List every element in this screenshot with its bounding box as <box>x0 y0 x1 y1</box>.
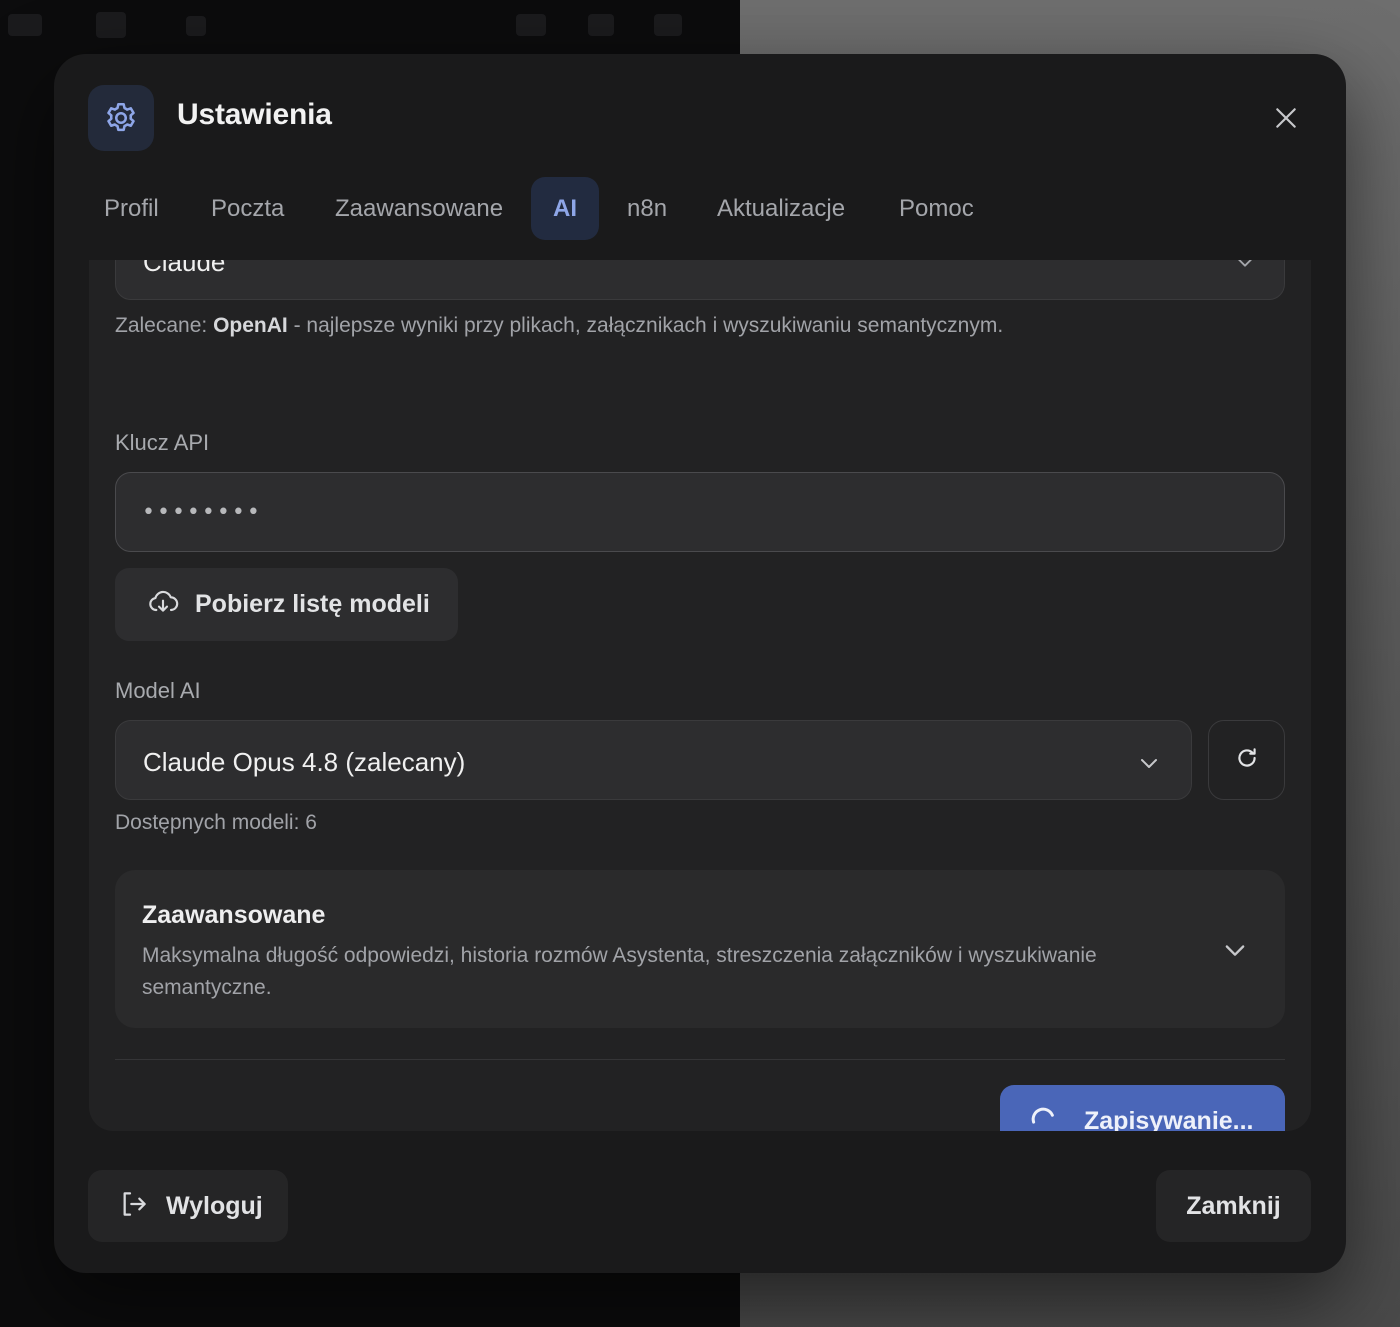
logout-button[interactable]: Wyloguj <box>88 1170 288 1242</box>
cloud-download-icon <box>147 586 179 623</box>
fetch-models-button[interactable]: Pobierz listę modeli <box>115 568 458 641</box>
tab-ai[interactable]: AI <box>531 177 599 240</box>
backdrop-element <box>96 12 126 38</box>
api-key-label: Klucz API <box>115 430 210 455</box>
settings-modal: Ustawienia Profil Poczta Zaawansowane AI… <box>54 54 1346 1273</box>
backdrop-element <box>654 14 682 36</box>
hint-recommended: OpenAI <box>213 314 288 337</box>
tab-poczta[interactable]: Poczta <box>193 177 302 240</box>
tab-pomoc[interactable]: Pomoc <box>881 177 992 240</box>
chevron-down-icon <box>1221 936 1249 969</box>
close-button[interactable]: Zamknij <box>1156 1170 1311 1242</box>
hint-prefix: Zalecane: <box>115 314 214 337</box>
chevron-down-icon <box>1234 260 1256 278</box>
tab-n8n[interactable]: n8n <box>609 177 685 240</box>
provider-select[interactable]: Claude <box>115 260 1285 300</box>
tab-zaawansowane[interactable]: Zaawansowane <box>317 177 521 240</box>
refresh-models-button[interactable] <box>1208 720 1285 800</box>
backdrop-element <box>516 14 546 36</box>
close-label: Zamknij <box>1186 1191 1281 1220</box>
models-count: Dostępnych modeli: 6 <box>115 811 317 834</box>
divider <box>115 1059 1285 1060</box>
model-label: Model AI <box>115 678 201 703</box>
fetch-models-label: Pobierz listę modeli <box>195 590 430 618</box>
advanced-description: Maksymalna długość odpowiedzi, historia … <box>142 944 1097 999</box>
close-icon[interactable] <box>1266 98 1306 138</box>
hint-suffix: - najlepsze wyniki przy plikach, załączn… <box>287 314 1004 337</box>
api-key-input[interactable] <box>115 472 1285 552</box>
save-button[interactable]: Zapisywanie... <box>1000 1085 1285 1131</box>
backdrop-element <box>8 14 42 36</box>
backdrop-element <box>588 14 614 36</box>
refresh-icon <box>1234 745 1260 776</box>
advanced-section-toggle[interactable]: Zaawansowane Maksymalna długość odpowied… <box>115 870 1285 1028</box>
tab-profil[interactable]: Profil <box>86 177 177 240</box>
save-label: Zapisywanie... <box>1084 1107 1254 1131</box>
chevron-down-icon <box>1137 751 1161 780</box>
advanced-title: Zaawansowane <box>142 901 326 929</box>
logout-icon <box>118 1188 150 1225</box>
ai-settings-panel: Claude Zalecane: OpenAI - najlepsze wyni… <box>89 260 1311 1131</box>
backdrop-element <box>186 16 206 36</box>
provider-selected-value: Claude <box>143 260 226 277</box>
gear-icon <box>88 85 154 151</box>
logout-label: Wyloguj <box>166 1191 263 1220</box>
model-select[interactable]: Claude Opus 4.8 (zalecany) <box>115 720 1192 800</box>
modal-title: Ustawienia <box>177 98 332 131</box>
tab-aktualizacje[interactable]: Aktualizacje <box>699 177 863 240</box>
model-selected-value: Claude Opus 4.8 (zalecany) <box>143 747 466 777</box>
spinner-icon <box>1028 1104 1058 1131</box>
provider-hint: Zalecane: OpenAI - najlepsze wyniki przy… <box>115 314 1003 338</box>
